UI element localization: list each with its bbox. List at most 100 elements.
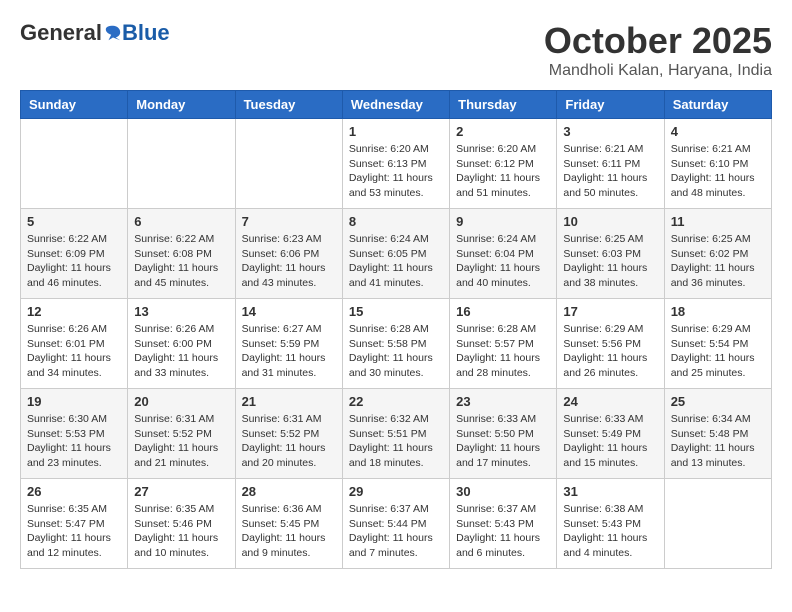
calendar-cell: 9Sunrise: 6:24 AM Sunset: 6:04 PM Daylig… [450,209,557,299]
day-number: 5 [27,214,121,229]
day-number: 31 [563,484,657,499]
day-number: 4 [671,124,765,139]
calendar-cell: 3 Sunrise: 6:21 AM Sunset: 6:11 PM Daylig… [557,119,664,209]
calendar-cell: 11 Sunrise: 6:25 AM Sunset: 6:02 PM Dayli… [664,209,771,299]
calendar-cell: 16 Sunrise: 6:28 AM Sunset: 5:57 PM Dayli… [450,299,557,389]
calendar-cell [664,479,771,569]
day-header-sunday: Sunday [21,91,128,119]
day-number: 30 [456,484,550,499]
day-info: Sunrise: 6:21 AM Sunset: 6:10 PM Dayligh… [671,142,765,201]
calendar-cell [235,119,342,209]
day-info: Sunrise: 6:38 AM Sunset: 5:43 PM Dayligh… [563,502,657,561]
calendar-cell: 22Sunrise: 6:32 AM Sunset: 5:51 PM Dayli… [342,389,449,479]
day-info: Sunrise: 6:35 AM Sunset: 5:46 PM Dayligh… [134,502,228,561]
day-number: 16 [456,304,550,319]
calendar-cell: 20 Sunrise: 6:31 AM Sunset: 5:52 PM Dayli… [128,389,235,479]
day-number: 8 [349,214,443,229]
day-info: Sunrise: 6:20 AM Sunset: 6:13 PM Dayligh… [349,142,443,201]
day-info: Sunrise: 6:21 AM Sunset: 6:11 PM Dayligh… [563,142,657,201]
day-number: 26 [27,484,121,499]
day-number: 25 [671,394,765,409]
day-info: Sunrise: 6:24 AM Sunset: 6:04 PM Dayligh… [456,232,550,291]
calendar-cell: 24Sunrise: 6:33 AM Sunset: 5:49 PM Dayli… [557,389,664,479]
day-info: Sunrise: 6:31 AM Sunset: 5:52 PM Dayligh… [242,412,336,471]
day-number: 3 [563,124,657,139]
day-number: 13 [134,304,228,319]
day-number: 10 [563,214,657,229]
calendar-cell: 7 Sunrise: 6:23 AM Sunset: 6:06 PM Daylig… [235,209,342,299]
day-info: Sunrise: 6:26 AM Sunset: 6:01 PM Dayligh… [27,322,121,381]
day-number: 18 [671,304,765,319]
calendar-cell: 14 Sunrise: 6:27 AM Sunset: 5:59 PM Dayli… [235,299,342,389]
day-info: Sunrise: 6:25 AM Sunset: 6:02 PM Dayligh… [671,232,765,291]
page-header: General Blue October 2025 Mandholi Kalan… [20,20,772,80]
calendar-cell: 17 Sunrise: 6:29 AM Sunset: 5:56 PM Dayli… [557,299,664,389]
day-header-monday: Monday [128,91,235,119]
calendar-cell: 28 Sunrise: 6:36 AM Sunset: 5:45 PM Dayli… [235,479,342,569]
calendar-header-row: SundayMondayTuesdayWednesdayThursdayFrid… [21,91,772,119]
calendar-cell: 26 Sunrise: 6:35 AM Sunset: 5:47 PM Dayli… [21,479,128,569]
day-number: 22 [349,394,443,409]
day-info: Sunrise: 6:22 AM Sunset: 6:09 PM Dayligh… [27,232,121,291]
location-text: Mandholi Kalan, Haryana, India [544,62,772,80]
calendar-cell [21,119,128,209]
day-number: 15 [349,304,443,319]
day-info: Sunrise: 6:34 AM Sunset: 5:48 PM Dayligh… [671,412,765,471]
calendar-cell: 27 Sunrise: 6:35 AM Sunset: 5:46 PM Dayli… [128,479,235,569]
day-header-saturday: Saturday [664,91,771,119]
day-info: Sunrise: 6:30 AM Sunset: 5:53 PM Dayligh… [27,412,121,471]
calendar-cell [128,119,235,209]
day-info: Sunrise: 6:20 AM Sunset: 6:12 PM Dayligh… [456,142,550,201]
day-info: Sunrise: 6:27 AM Sunset: 5:59 PM Dayligh… [242,322,336,381]
calendar-cell: 31 Sunrise: 6:38 AM Sunset: 5:43 PM Dayli… [557,479,664,569]
month-title: October 2025 [544,20,772,62]
day-info: Sunrise: 6:37 AM Sunset: 5:43 PM Dayligh… [456,502,550,561]
day-header-thursday: Thursday [450,91,557,119]
logo-general-text: General [20,20,102,46]
day-info: Sunrise: 6:22 AM Sunset: 6:08 PM Dayligh… [134,232,228,291]
calendar-cell: 15 Sunrise: 6:28 AM Sunset: 5:58 PM Dayli… [342,299,449,389]
day-info: Sunrise: 6:26 AM Sunset: 6:00 PM Dayligh… [134,322,228,381]
calendar-week-row: 1Sunrise: 6:20 AM Sunset: 6:13 PM Daylig… [21,119,772,209]
day-header-friday: Friday [557,91,664,119]
day-number: 27 [134,484,228,499]
calendar-cell: 23 Sunrise: 6:33 AM Sunset: 5:50 PM Dayli… [450,389,557,479]
day-number: 14 [242,304,336,319]
calendar-cell: 21Sunrise: 6:31 AM Sunset: 5:52 PM Dayli… [235,389,342,479]
title-area: October 2025 Mandholi Kalan, Haryana, In… [544,20,772,80]
calendar-week-row: 12Sunrise: 6:26 AM Sunset: 6:01 PM Dayli… [21,299,772,389]
day-number: 6 [134,214,228,229]
calendar-cell: 1Sunrise: 6:20 AM Sunset: 6:13 PM Daylig… [342,119,449,209]
day-number: 11 [671,214,765,229]
calendar-cell: 29Sunrise: 6:37 AM Sunset: 5:44 PM Dayli… [342,479,449,569]
day-number: 24 [563,394,657,409]
day-number: 29 [349,484,443,499]
calendar-cell: 2 Sunrise: 6:20 AM Sunset: 6:12 PM Daylig… [450,119,557,209]
day-number: 7 [242,214,336,229]
calendar-cell: 8Sunrise: 6:24 AM Sunset: 6:05 PM Daylig… [342,209,449,299]
day-number: 19 [27,394,121,409]
day-info: Sunrise: 6:28 AM Sunset: 5:57 PM Dayligh… [456,322,550,381]
calendar-cell: 18Sunrise: 6:29 AM Sunset: 5:54 PM Dayli… [664,299,771,389]
day-number: 23 [456,394,550,409]
day-info: Sunrise: 6:33 AM Sunset: 5:50 PM Dayligh… [456,412,550,471]
calendar-table: SundayMondayTuesdayWednesdayThursdayFrid… [20,90,772,569]
day-info: Sunrise: 6:31 AM Sunset: 5:52 PM Dayligh… [134,412,228,471]
day-info: Sunrise: 6:35 AM Sunset: 5:47 PM Dayligh… [27,502,121,561]
day-number: 28 [242,484,336,499]
calendar-cell: 12Sunrise: 6:26 AM Sunset: 6:01 PM Dayli… [21,299,128,389]
day-number: 20 [134,394,228,409]
calendar-cell: 25 Sunrise: 6:34 AM Sunset: 5:48 PM Dayli… [664,389,771,479]
day-info: Sunrise: 6:23 AM Sunset: 6:06 PM Dayligh… [242,232,336,291]
day-info: Sunrise: 6:28 AM Sunset: 5:58 PM Dayligh… [349,322,443,381]
day-info: Sunrise: 6:36 AM Sunset: 5:45 PM Dayligh… [242,502,336,561]
day-info: Sunrise: 6:25 AM Sunset: 6:03 PM Dayligh… [563,232,657,291]
logo-bird-icon [104,24,122,42]
day-number: 17 [563,304,657,319]
day-header-wednesday: Wednesday [342,91,449,119]
day-number: 2 [456,124,550,139]
calendar-week-row: 5 Sunrise: 6:22 AM Sunset: 6:09 PM Daylig… [21,209,772,299]
logo: General Blue [20,20,170,46]
day-info: Sunrise: 6:29 AM Sunset: 5:56 PM Dayligh… [563,322,657,381]
logo-blue-text: Blue [122,20,170,46]
